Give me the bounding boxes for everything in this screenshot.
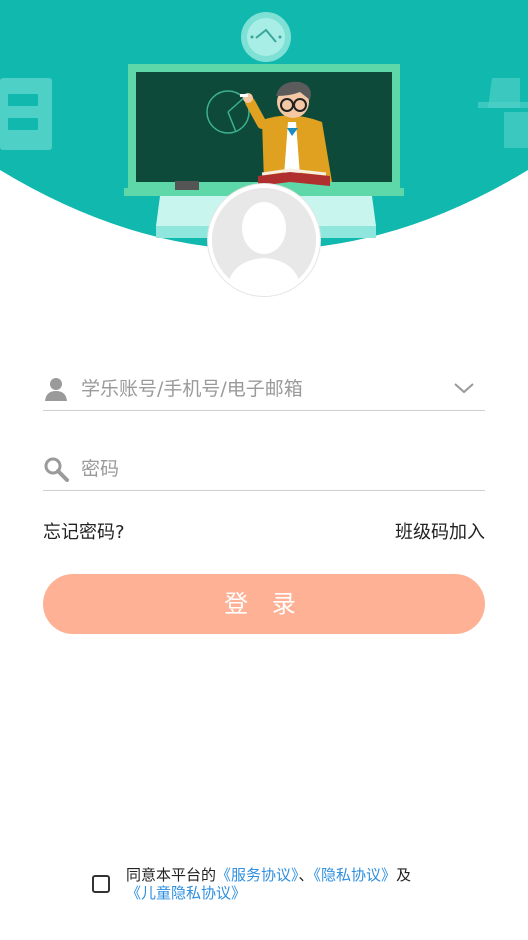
agreement-text: 同意本平台的《服务协议》、《隐私协议》及 《儿童隐私协议》: [126, 866, 456, 902]
password-input[interactable]: [79, 452, 443, 486]
password-field: [43, 446, 485, 491]
join-class-link[interactable]: 班级码加入: [395, 518, 485, 544]
child-privacy-agreement-link[interactable]: 《儿童隐私协议》: [126, 884, 246, 902]
agreement-prefix: 同意本平台的: [126, 866, 217, 884]
clock-icon: [241, 12, 291, 62]
service-agreement-link[interactable]: 《服务协议》: [216, 866, 299, 884]
forgot-password-link[interactable]: 忘记密码?: [43, 518, 125, 544]
user-icon: [45, 378, 67, 401]
avatar-placeholder-icon: [212, 188, 316, 292]
avatar[interactable]: [208, 184, 320, 296]
login-button[interactable]: 登 录: [43, 574, 485, 634]
account-input[interactable]: [79, 372, 443, 406]
links-row: 忘记密码? 班级码加入: [43, 518, 485, 544]
agreement-separator: 、: [298, 866, 314, 884]
privacy-agreement-link[interactable]: 《隐私协议》: [314, 866, 397, 884]
chevron-down-icon[interactable]: [453, 380, 475, 396]
agreement-row: 同意本平台的《服务协议》、《隐私协议》及 《儿童隐私协议》: [92, 866, 492, 910]
search-icon: [44, 457, 69, 482]
agreement-checkbox[interactable]: [92, 875, 110, 893]
agreement-and: 及: [396, 866, 412, 884]
account-field: [43, 366, 485, 411]
